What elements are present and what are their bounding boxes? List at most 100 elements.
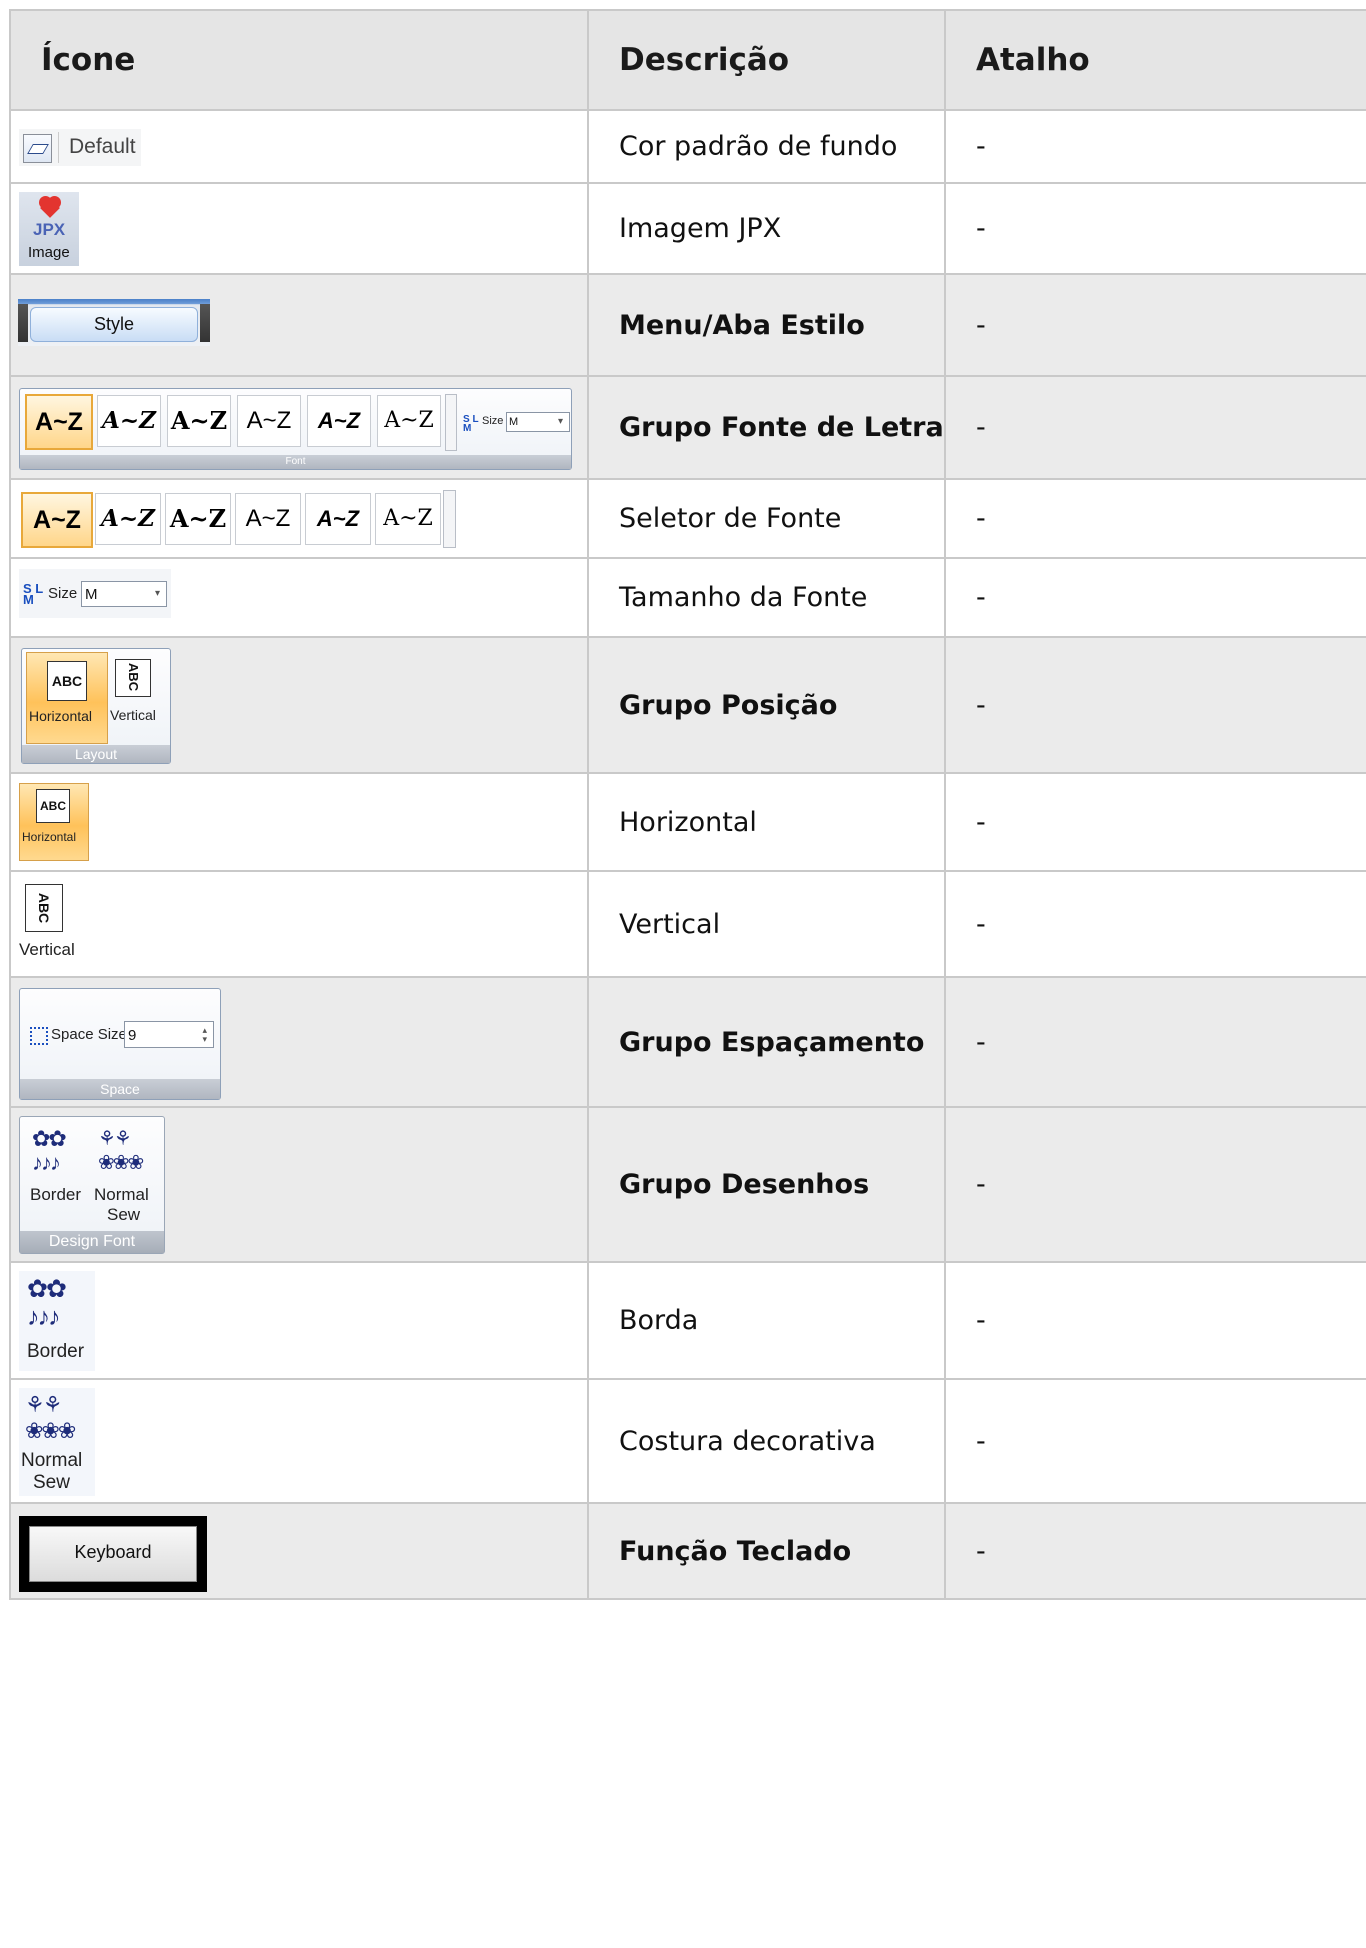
row-shortcut: - (944, 273, 1366, 377)
table-row: JPX Image Imagem JPX - (9, 182, 1366, 275)
icon-cell: A~Z A~Z A~Z A~Z A~Z A~Z S LM Size M ▾ Fon… (9, 375, 589, 480)
horizontal-button[interactable]: ABC Horizontal (19, 783, 89, 861)
font-sample-5[interactable]: A~Z (305, 493, 371, 545)
font-sample-5[interactable]: A~Z (307, 395, 371, 447)
table-row: A~Z A~Z A~Z A~Z A~Z A~Z S LM Size M ▾ Fon… (9, 375, 1366, 480)
table-row: ✿✿ ♪♪♪ Border Borda - (9, 1261, 1366, 1380)
font-sample-2[interactable]: A~Z (95, 493, 161, 545)
normal-sew-button[interactable]: ⚘⚘ ❀❀❀ Normal Sew (19, 1388, 95, 1496)
spin-arrows-icon: ▴ ▾ (202, 1024, 207, 1044)
space-size-icon (30, 1027, 48, 1045)
row-shortcut: - (944, 1378, 1366, 1504)
style-tab-label: Style (93, 314, 135, 334)
sew-label: Sew (107, 1205, 141, 1224)
font-sample-6[interactable]: A~Z (375, 493, 441, 545)
icon-cell: ⚘⚘ ❀❀❀ Normal Sew (9, 1378, 589, 1504)
row-description: Cor padrão de fundo (587, 109, 946, 184)
border-design-icon[interactable]: ✿✿ ♪♪♪ (32, 1127, 67, 1175)
row-shortcut: - (944, 636, 1366, 774)
font-size-control: S LM Size M ▾ (19, 569, 171, 618)
font-sample-1[interactable]: A~Z (25, 394, 93, 450)
vertical-label[interactable]: Vertical (110, 707, 156, 723)
size-icon: S LM (23, 581, 44, 607)
icon-cell: ABC Horizontal ABC Vertical Layout (9, 636, 589, 774)
row-shortcut: - (944, 772, 1366, 872)
row-shortcut: - (944, 375, 1366, 480)
keyboard-button[interactable]: Keyboard (19, 1516, 207, 1592)
font-gallery-scrollbar[interactable] (443, 490, 456, 548)
table-row: Space Size 9 ▴ ▾ Space Grupo Espaçamento - (9, 976, 1366, 1108)
header-row: Ícone Descrição Atalho (9, 9, 1366, 111)
row-shortcut: - (944, 1261, 1366, 1380)
row-shortcut: - (944, 1106, 1366, 1263)
font-sample-6[interactable]: A~Z (377, 395, 441, 447)
font-selector: A~Z A~Z A~Z A~Z A~Z A~Z (19, 490, 457, 548)
border-design-icon: ✿✿ ♪♪♪ (27, 1275, 67, 1331)
font-sample-3[interactable]: A~Z (167, 395, 231, 447)
row-shortcut: - (944, 478, 1366, 559)
heart-icon (39, 196, 61, 218)
font-group-footer: Font (20, 455, 571, 469)
abc-horizontal-icon: ABC (47, 661, 87, 701)
row-description: Grupo Desenhos (587, 1106, 946, 1263)
space-size-spinner[interactable]: 9 ▴ ▾ (124, 1021, 214, 1048)
font-gallery-scrollbar[interactable] (445, 394, 457, 451)
size-combo[interactable]: M ▾ (506, 412, 570, 432)
image-label: Image (28, 244, 70, 261)
default-color-icon[interactable]: Default (19, 129, 141, 166)
icon-cell: JPX Image (9, 182, 589, 275)
chevron-down-icon: ▾ (557, 416, 563, 427)
layout-group: ABC Horizontal ABC Vertical Layout (21, 648, 171, 764)
table-row: Default Cor padrão de fundo - (9, 109, 1366, 184)
row-shortcut: - (944, 109, 1366, 184)
row-shortcut: - (944, 976, 1366, 1108)
row-description: Vertical (587, 870, 946, 978)
table-row: Style Menu/Aba Estilo - (9, 273, 1366, 377)
font-sample-2[interactable]: A~Z (97, 395, 161, 447)
border-button[interactable]: ✿✿ ♪♪♪ Border (19, 1271, 95, 1371)
row-shortcut: - (944, 557, 1366, 638)
border-label: Border (30, 1185, 82, 1204)
horizontal-label: Horizontal (22, 830, 77, 844)
table-row: A~Z A~Z A~Z A~Z A~Z A~Z Seletor de Fonte… (9, 478, 1366, 559)
table-row: ✿✿ ♪♪♪ ⚘⚘ ❀❀❀ Border Normal Sew Design Fon… (9, 1106, 1366, 1263)
keyboard-label: Keyboard (74, 1542, 152, 1562)
normal-label: Normal (21, 1450, 83, 1471)
font-group: A~Z A~Z A~Z A~Z A~Z A~Z S LM Size M ▾ Fon… (19, 388, 572, 470)
row-description: Função Teclado (587, 1502, 946, 1600)
horizontal-button[interactable]: ABC Horizontal (26, 652, 108, 744)
font-sample-4[interactable]: A~Z (237, 395, 301, 447)
row-description: Imagem JPX (587, 182, 946, 275)
space-size-label: Space Size (51, 1026, 127, 1043)
icon-cell: ✿✿ ♪♪♪ Border (9, 1261, 589, 1380)
vertical-button[interactable]: ABC Vertical (19, 882, 89, 968)
design-font-group: ✿✿ ♪♪♪ ⚘⚘ ❀❀❀ Border Normal Sew Design Fon… (19, 1116, 165, 1254)
abc-horizontal-icon: ABC (36, 789, 70, 823)
style-tab[interactable]: Style (18, 299, 210, 346)
abc-vertical-icon: ABC (25, 884, 63, 932)
icon-table: Ícone Descrição Atalho Default Cor padrã… (9, 9, 1366, 1600)
size-label: Size (48, 585, 78, 602)
chevron-down-icon: ▾ (154, 588, 160, 599)
layout-group-footer: Layout (22, 745, 170, 763)
normal-sew-design-icon[interactable]: ⚘⚘ ❀❀❀ (98, 1127, 144, 1175)
row-description: Costura decorativa (587, 1378, 946, 1504)
row-shortcut: - (944, 870, 1366, 978)
row-description: Grupo Fonte de Letra (587, 375, 946, 480)
font-sample-3[interactable]: A~Z (165, 493, 231, 545)
font-sample-4[interactable]: A~Z (235, 493, 301, 545)
space-group-footer: Space (20, 1079, 220, 1099)
table-row: ABC Horizontal ABC Vertical Layout Grupo… (9, 636, 1366, 774)
size-combo[interactable]: M ▾ (81, 581, 167, 607)
image-jpx-button[interactable]: JPX Image (19, 192, 79, 266)
table-row: ABC Vertical Vertical - (9, 870, 1366, 978)
default-label: Default (69, 135, 136, 158)
font-sample-1[interactable]: A~Z (21, 492, 93, 548)
table-row: Keyboard Função Teclado - (9, 1502, 1366, 1600)
row-shortcut: - (944, 1502, 1366, 1600)
horizontal-label: Horizontal (29, 708, 93, 724)
icon-cell: ✿✿ ♪♪♪ ⚘⚘ ❀❀❀ Border Normal Sew Design Fon… (9, 1106, 589, 1263)
header-description: Descrição (587, 9, 946, 111)
size-icon: S LM (463, 414, 479, 434)
abc-vertical-icon: ABC (115, 659, 151, 697)
